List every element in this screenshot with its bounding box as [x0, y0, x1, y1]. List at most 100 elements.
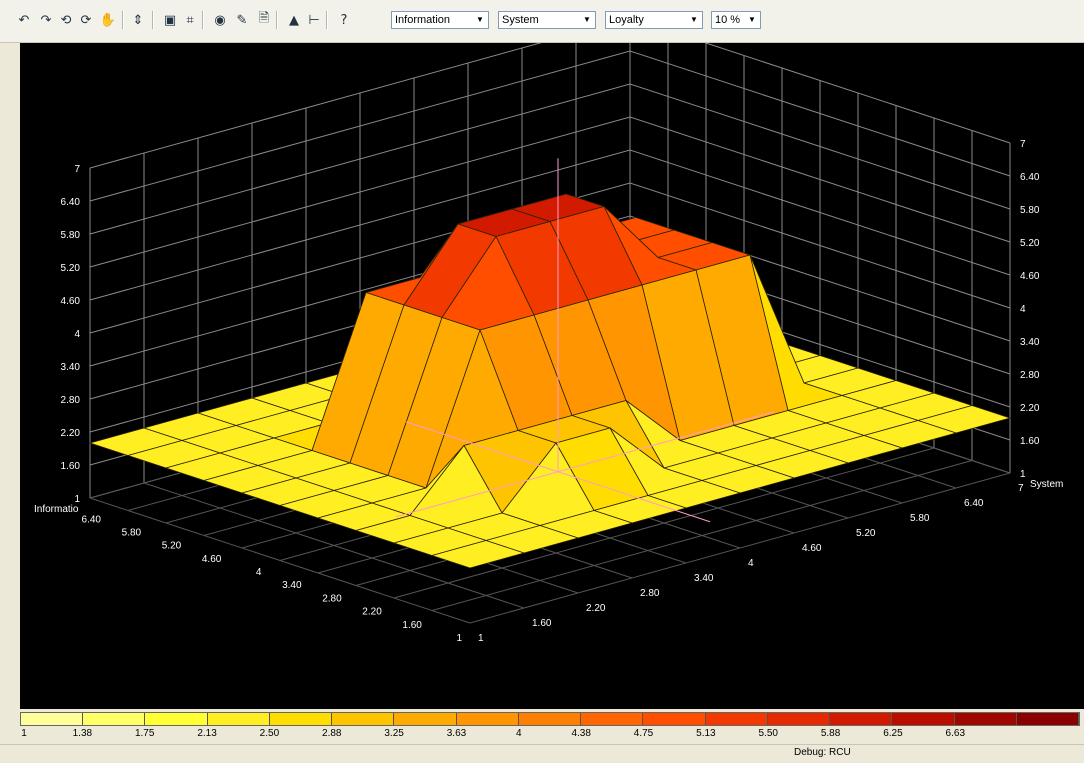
frame-button[interactable]: ▣	[160, 10, 180, 30]
y-tick-label: 6.40	[964, 498, 984, 509]
legend-label: 5.13	[696, 728, 716, 739]
z-tick-label: 4	[74, 329, 80, 340]
legend-swatch	[954, 713, 1017, 725]
legend-swatch	[269, 713, 333, 725]
chevron-down-icon: ▼	[583, 15, 591, 24]
toolbar: ↶ ↷ ⟲ ⟳ ✋ ⇕ ▣ ⌗ ◉ ✎ 🗎 ▲ ⊢? Information ▼ System ▼ Loyalty…	[0, 0, 1084, 43]
z-tick-label: 2.80	[61, 395, 81, 406]
export-icon: ▲	[289, 12, 299, 28]
y-tick-label: 5.80	[910, 513, 930, 524]
zoom-select[interactable]: 10 % ▼	[711, 11, 761, 29]
x-axis-select-value: Information	[395, 14, 451, 26]
legend-label: 5.88	[820, 728, 841, 739]
x-tick-label: 2.80	[322, 593, 342, 604]
wireframe-icon: ⌗	[186, 12, 194, 28]
x-axis-select[interactable]: Information ▼	[391, 11, 489, 29]
toolbar-separator	[122, 11, 124, 29]
y-tick-label: 2.80	[640, 588, 660, 599]
y-tick-label: 4	[748, 558, 754, 569]
status-text: Debug: RCU	[794, 747, 851, 758]
export-button[interactable]: ▲	[284, 10, 304, 30]
z-tick-label: 5.80	[61, 230, 81, 241]
z-axis-select[interactable]: Loyalty ▼	[605, 11, 703, 29]
toolbar-separator	[276, 11, 278, 29]
legend-swatch	[456, 713, 519, 725]
y-axis-select-value: System	[502, 14, 539, 26]
y-tick-label: 1	[478, 633, 484, 644]
z-tick-label: 2.20	[61, 428, 81, 439]
legend-swatch	[705, 713, 768, 725]
grid-line	[89, 50, 1011, 202]
legend-label: 5.50	[758, 728, 778, 739]
legend-label: 1.75	[134, 728, 155, 739]
zoom-select-value: 10 %	[715, 14, 741, 26]
color-legend-labels: 1 1.38 1.75 2.13 2.50 2.88 3.25 3.63 4 4.38 4.75 5.…	[20, 728, 1080, 742]
legend-label: 3.63	[446, 728, 467, 739]
document-icon: 🗎	[258, 11, 270, 26]
grid-line	[89, 43, 1011, 169]
tilt-up-button[interactable]: ⟲	[56, 10, 76, 30]
legend-label: 2.13	[197, 728, 217, 739]
z-tick-label: 1.60	[1020, 436, 1040, 447]
color-legend	[20, 712, 1080, 726]
x-tick-label: 1	[456, 633, 462, 644]
x-tick-label: 3.40	[282, 580, 302, 591]
rotate-left-button[interactable]: ↶	[14, 10, 34, 30]
z-tick-label: 5.80	[1020, 205, 1040, 216]
pan-hand-icon: ✋	[99, 12, 117, 28]
legend-swatch	[394, 713, 457, 725]
y-tick-label: 7	[1018, 483, 1024, 494]
legend-swatch	[581, 713, 644, 725]
legend-swatch	[1016, 713, 1079, 725]
tilt-down-button[interactable]: ⟳	[76, 10, 96, 30]
legend-swatch	[892, 713, 955, 725]
rotate-left-icon: ↶	[18, 12, 30, 28]
cursor-button[interactable]: ⊢	[304, 10, 324, 30]
rotate-right-button[interactable]: ↷	[36, 10, 56, 30]
frame-icon: ▣	[163, 12, 177, 28]
chevron-down-icon: ▼	[690, 15, 698, 24]
legend-swatch	[207, 713, 270, 725]
legend-label: 6.63	[945, 728, 966, 739]
help-button[interactable]: ?	[334, 10, 354, 30]
legend-label: 6.25	[883, 728, 903, 739]
z-tick-label: 5.20	[61, 263, 81, 274]
paint-button[interactable]: ✎	[232, 10, 252, 30]
pan-hand-button[interactable]: ✋	[98, 10, 118, 30]
axis-settings-icon: ⇕	[132, 12, 144, 28]
z-tick-label: 1	[1020, 469, 1026, 480]
z-tick-label: 2.80	[1020, 370, 1040, 381]
help-icon: ?	[340, 12, 348, 28]
document-button[interactable]: 🗎	[254, 10, 274, 30]
status-bar: Debug: RCU	[0, 744, 1084, 763]
surface-chart[interactable]: 1 1.60 2.20 2.80 3.40 4 4.60 5.20 5.80 6.40 7 1 1.60…	[20, 43, 1084, 709]
cursor-icon: ⊢	[308, 12, 320, 28]
tilt-down-icon: ⟳	[80, 12, 92, 28]
z-tick-label: 6.40	[61, 197, 81, 208]
legend-label: 3.25	[384, 728, 404, 739]
axis-settings-button[interactable]: ⇕	[128, 10, 148, 30]
z-tick-label: 7	[74, 164, 80, 175]
view-button[interactable]: ◉	[210, 10, 230, 30]
y-tick-label: 4.60	[802, 543, 822, 554]
legend-label: 4.75	[633, 728, 654, 739]
x-tick-label: 4.60	[202, 554, 222, 565]
legend-swatch	[518, 713, 582, 725]
legend-label: 1.38	[72, 728, 93, 739]
y-axis-select[interactable]: System ▼	[498, 11, 596, 29]
rotate-right-icon: ↷	[40, 12, 52, 28]
surface-mesh	[88, 158, 1012, 569]
x-tick-label: 1.60	[402, 620, 422, 631]
legend-swatch	[83, 713, 146, 725]
x-tick-label: 4	[256, 567, 262, 578]
chevron-down-icon: ▼	[748, 15, 756, 24]
toolbar-separator	[202, 11, 204, 29]
legend-label: 4.38	[571, 728, 591, 739]
x-axis-title: Informatio	[34, 504, 79, 515]
wireframe-button[interactable]: ⌗	[180, 10, 200, 30]
z-tick-label: 1.60	[61, 461, 81, 472]
z-axis-select-value: Loyalty	[609, 14, 644, 26]
x-tick-label: 5.80	[122, 527, 142, 538]
y-tick-label: 1.60	[532, 618, 552, 629]
tilt-up-icon: ⟲	[60, 12, 72, 28]
